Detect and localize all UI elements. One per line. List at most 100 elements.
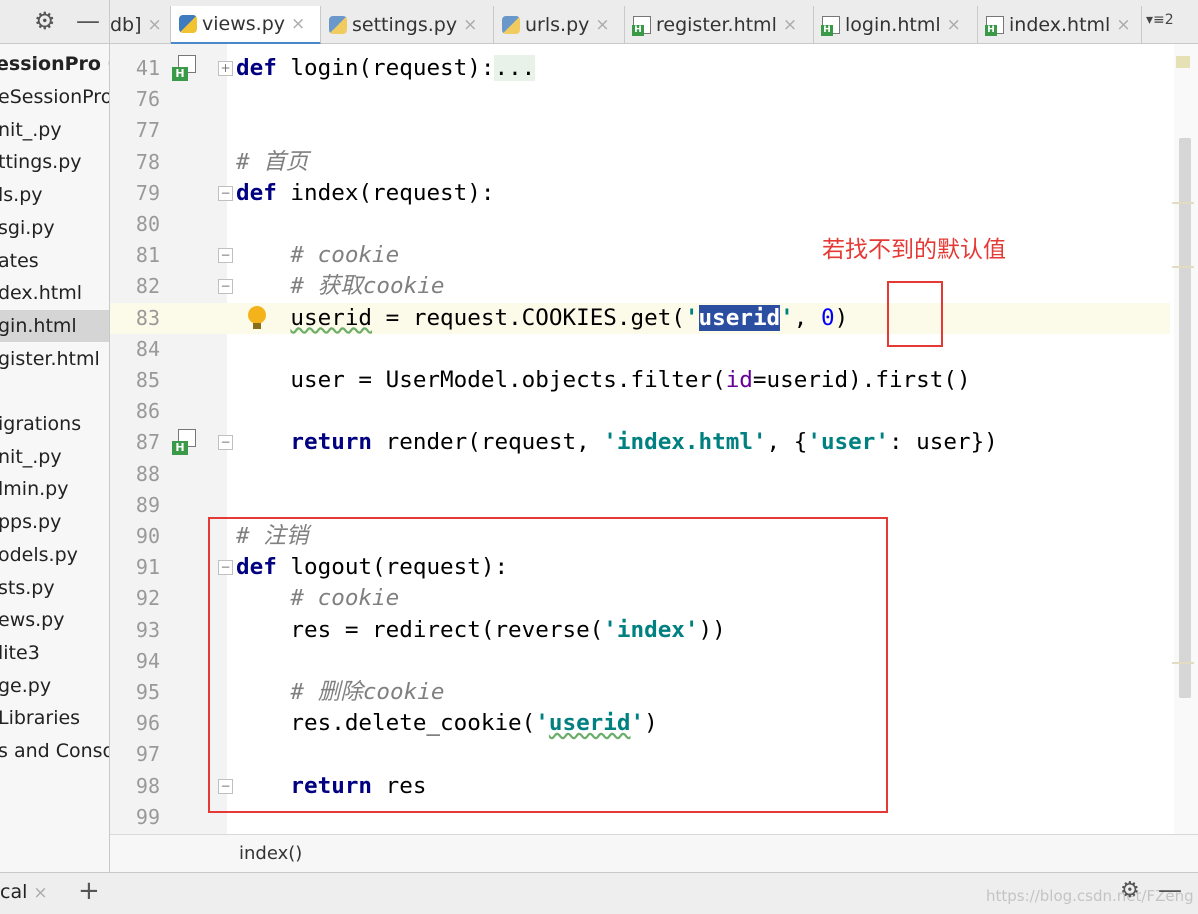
tree-item[interactable]: ttings.py — [0, 146, 109, 178]
minimize-icon[interactable]: — — [76, 8, 100, 34]
tree-item[interactable]: s and Conso — [0, 735, 109, 767]
code-text: return render(request, 'index.html', {'u… — [290, 429, 998, 456]
code-line[interactable]: 83 userid = request.COOKIES.get('userid'… — [110, 302, 1170, 334]
line-number: 98 — [135, 773, 160, 798]
close-icon[interactable]: × — [783, 15, 797, 35]
fold-expand-icon[interactable]: + — [218, 61, 233, 76]
tab-label: settings.py — [352, 14, 458, 36]
scrollbar-thumb[interactable] — [1179, 138, 1191, 698]
code-line[interactable]: 86 — [110, 396, 1170, 427]
tree-item[interactable]: sgi.py — [0, 212, 109, 244]
tree-item-label: pps.py — [0, 511, 62, 534]
line-number: 89 — [135, 492, 160, 517]
tool-window-bar: cal × + https://blog.csdn.net/FZeng ⚙ — — [0, 872, 1198, 914]
line-number: 90 — [135, 524, 160, 548]
code-line[interactable]: 84 — [110, 334, 1170, 365]
code-line[interactable]: 41 H + def login(request):... — [110, 53, 1170, 84]
tab-settings-py[interactable]: settings.py × — [321, 6, 494, 44]
tab-register-html[interactable]: register.html × — [625, 6, 814, 44]
code-line[interactable]: 88 — [110, 459, 1170, 490]
close-icon[interactable]: × — [291, 14, 305, 34]
tree-item[interactable]: igrations — [0, 408, 109, 440]
tree-item[interactable]: ews.py — [0, 604, 109, 636]
tree-item[interactable]: dex.html — [0, 277, 109, 309]
breadcrumb-bar: index() — [110, 834, 1198, 872]
tree-item[interactable]: ls.py — [0, 179, 109, 211]
close-icon[interactable]: × — [1116, 15, 1130, 35]
tree-item[interactable]: eSessionPro — [0, 81, 110, 113]
tab-login-html[interactable]: login.html × — [814, 6, 978, 44]
tab-label: index.html — [1009, 14, 1111, 36]
close-icon[interactable]: × — [595, 15, 609, 35]
code-line[interactable]: 76 — [110, 84, 1170, 115]
code-line[interactable]: 82 − # 获取cookie — [110, 271, 1170, 302]
close-icon[interactable]: × — [463, 15, 477, 35]
tree-item-label: ls.py — [0, 184, 43, 207]
code-line[interactable]: 80 — [110, 209, 1170, 240]
close-icon[interactable]: × — [947, 15, 961, 35]
gear-icon[interactable]: ⚙ — [1120, 878, 1140, 903]
tree-item-label: ge.py — [0, 674, 52, 697]
tree-item[interactable]: gister.html — [0, 343, 109, 375]
html-template-link-icon[interactable]: H — [172, 55, 198, 81]
code-text: # 首页 — [236, 148, 309, 175]
line-number: 96 — [135, 711, 160, 736]
code-line[interactable]: 78 # 首页 — [110, 147, 1170, 178]
close-icon[interactable]: × — [33, 883, 47, 903]
tree-item[interactable]: lmin.py — [0, 473, 109, 505]
code-line[interactable]: 81 − # cookie — [110, 240, 1170, 271]
editor-tab-bar: ⚙ — db]×views.py×settings.py×urls.py×reg… — [0, 0, 1198, 45]
scrollbar-stripe — [1172, 202, 1194, 204]
tab-index-html[interactable]: index.html× — [978, 6, 1142, 44]
tree-item[interactable]: sts.py — [0, 572, 109, 604]
tree-item[interactable]: nit_.py — [0, 441, 109, 473]
terminal-tab-label: cal — [0, 881, 28, 903]
tree-item-label: eSessionPro — [0, 86, 110, 108]
line-number: 79 — [135, 180, 160, 205]
tree-item[interactable]: ge.py — [0, 670, 109, 702]
fold-collapse-icon[interactable]: − — [218, 248, 233, 264]
tree-item-label: ews.py — [0, 609, 65, 632]
breadcrumb[interactable]: index() — [239, 843, 302, 864]
tree-item-label: sgi.py — [0, 216, 55, 239]
line-number: 78 — [135, 149, 160, 174]
line-number: 93 — [135, 617, 160, 642]
tree-item[interactable]: lite3 — [0, 637, 109, 669]
tree-item[interactable]: Libraries — [0, 702, 109, 734]
fold-collapse-icon[interactable]: − — [218, 185, 233, 201]
code-line[interactable]: 85 user = UserModel.objects.filter(id=us… — [110, 365, 1170, 396]
project-toolbar: ⚙ — — [0, 0, 110, 44]
code-editor[interactable]: 41 H + def login(request):... 76 77 78 # 首页 79− d… — [110, 44, 1198, 834]
code-line[interactable]: 87 H − return render(request, 'index.html'… — [110, 427, 1170, 458]
tree-item-label: dex.html — [0, 282, 82, 305]
annotation-note: 若找不到的默认值 — [822, 237, 1006, 263]
default-value-highlight-box — [887, 281, 943, 347]
add-tab-icon[interactable]: + — [78, 876, 100, 906]
tree-item[interactable]: pps.py — [0, 506, 109, 538]
fold-collapse-icon[interactable]: − — [218, 435, 233, 451]
code-line[interactable]: 79 − def index(request): — [110, 178, 1170, 209]
close-icon[interactable]: × — [148, 15, 162, 35]
line-number: 76 — [135, 87, 160, 112]
python-file-icon — [329, 16, 347, 34]
fold-collapse-icon[interactable]: − — [218, 279, 233, 295]
tree-item-label: igrations — [0, 413, 82, 435]
tab-overflow-menu[interactable]: ▾≡2 — [1146, 12, 1174, 28]
tree-item-label: ttings.py — [0, 151, 82, 174]
line-number: 83 — [135, 305, 160, 330]
tree-item[interactable]: gin.html — [0, 309, 109, 342]
tab-urls-py[interactable]: urls.py × — [494, 6, 625, 44]
tree-item[interactable]: nit_.py — [0, 114, 109, 146]
project-root[interactable]: essionPro C — [0, 48, 109, 80]
tab-views-py[interactable]: views.py × — [171, 6, 321, 45]
scrollbar-marker — [1176, 56, 1190, 68]
html-template-link-icon[interactable]: H — [172, 429, 198, 456]
gear-icon[interactable]: ⚙ — [34, 8, 56, 34]
python-file-icon — [502, 16, 520, 34]
tree-item[interactable]: odels.py — [0, 539, 109, 571]
tab-db[interactable]: db] × — [110, 6, 171, 44]
code-line[interactable]: 77 — [110, 115, 1170, 146]
tree-item[interactable]: ates — [0, 245, 109, 277]
terminal-tab[interactable]: cal × — [0, 881, 48, 903]
minimize-icon[interactable]: — — [1158, 876, 1182, 904]
